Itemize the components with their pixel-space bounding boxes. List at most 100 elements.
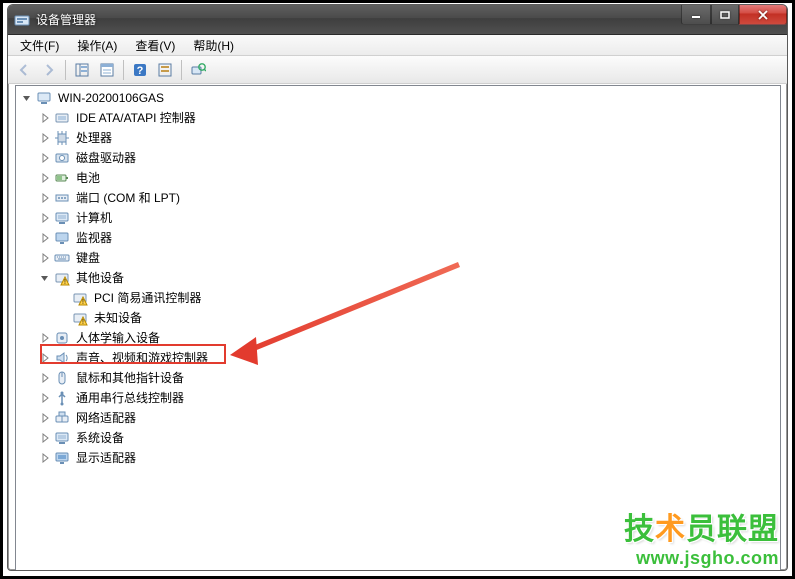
menu-file[interactable]: 文件(F) (12, 35, 67, 56)
tree-node-label: 通用串行总线控制器 (74, 387, 186, 409)
svg-text:!: ! (82, 299, 84, 306)
tree-node-label: 其他设备 (74, 267, 126, 289)
device-icon (54, 190, 70, 206)
expand-arrow-icon[interactable] (38, 191, 52, 205)
expand-arrow-icon[interactable] (38, 231, 52, 245)
expand-arrow-icon[interactable] (38, 171, 52, 185)
close-button[interactable] (739, 5, 787, 25)
scan-hardware-button[interactable] (186, 58, 210, 82)
menu-action[interactable]: 操作(A) (69, 35, 125, 56)
expand-arrow-icon[interactable] (38, 111, 52, 125)
device-icon (54, 230, 70, 246)
device-icon (54, 410, 70, 426)
expand-arrow-icon[interactable] (38, 331, 52, 345)
device-icon (36, 90, 52, 106)
show-hide-tree-button[interactable] (70, 58, 94, 82)
expand-arrow-icon[interactable] (38, 351, 52, 365)
expand-arrow-icon[interactable] (38, 251, 52, 265)
tree-node-label: 键盘 (74, 247, 102, 269)
tree-node-root[interactable]: WIN-20200106GAS (20, 88, 780, 108)
toolbar-separator (65, 60, 66, 80)
tree-node-item12[interactable]: 通用串行总线控制器 (20, 388, 780, 408)
tree-node-item14[interactable]: 系统设备 (20, 428, 780, 448)
tree-node-label: 电池 (74, 167, 102, 189)
tree-node-item0[interactable]: IDE ATA/ATAPI 控制器 (20, 108, 780, 128)
expand-arrow-icon[interactable] (38, 371, 52, 385)
svg-text:?: ? (137, 65, 144, 77)
tree-node-label: IDE ATA/ATAPI 控制器 (74, 107, 198, 129)
toolbar-separator (181, 60, 182, 80)
titlebar[interactable]: 设备管理器 (8, 5, 787, 35)
tree-node-label: 监视器 (74, 227, 114, 249)
tree-node-label: 磁盘驱动器 (74, 147, 138, 169)
expand-arrow-icon[interactable] (38, 211, 52, 225)
expand-arrow-icon[interactable] (38, 431, 52, 445)
device-icon: ! (72, 310, 88, 326)
tree-node-item8-child0[interactable]: !PCI 简易通讯控制器 (20, 288, 780, 308)
window-title: 设备管理器 (36, 11, 96, 28)
expand-arrow-icon[interactable] (38, 391, 52, 405)
device-icon (54, 130, 70, 146)
device-icon (54, 370, 70, 386)
tree-node-item15[interactable]: 显示适配器 (20, 448, 780, 468)
tree-node-item8-child1[interactable]: ! 未知设备 (20, 308, 780, 328)
window-controls (681, 5, 787, 25)
forward-button[interactable] (37, 58, 61, 82)
device-icon (54, 430, 70, 446)
device-tree[interactable]: WIN-20200106GASIDE ATA/ATAPI 控制器处理器磁盘驱动器… (15, 85, 781, 571)
device-icon: ! (54, 270, 70, 286)
expand-arrow-icon[interactable] (38, 151, 52, 165)
maximize-button[interactable] (711, 5, 739, 25)
svg-text:!: ! (64, 279, 66, 286)
tree-node-label: 网络适配器 (74, 407, 138, 429)
tree-node-label: 显示适配器 (74, 447, 138, 469)
properties-button[interactable] (95, 58, 119, 82)
tree-node-item1[interactable]: 处理器 (20, 128, 780, 148)
tree-node-item2[interactable]: 磁盘驱动器 (20, 148, 780, 168)
expand-arrow-icon[interactable] (38, 131, 52, 145)
device-icon (54, 170, 70, 186)
tree-node-label: 鼠标和其他指针设备 (74, 367, 186, 389)
toolbar: ? (8, 56, 787, 84)
tree-node-label: 计算机 (74, 207, 114, 229)
tree-node-item8[interactable]: ! 其他设备 (20, 268, 780, 288)
device-icon (54, 250, 70, 266)
tree-node-label: 端口 (COM 和 LPT) (74, 187, 182, 209)
collapse-arrow-icon[interactable] (20, 91, 34, 105)
tree-node-label: WIN-20200106GAS (56, 87, 166, 109)
tree-node-label: 未知设备 (92, 307, 144, 329)
tree-node-item13[interactable]: 网络适配器 (20, 408, 780, 428)
tree-node-label: 系统设备 (74, 427, 126, 449)
tree-node-item11[interactable]: 鼠标和其他指针设备 (20, 368, 780, 388)
expand-arrow-icon[interactable] (38, 411, 52, 425)
back-button[interactable] (12, 58, 36, 82)
device-icon (54, 150, 70, 166)
tree-node-label: 处理器 (74, 127, 114, 149)
device-icon (54, 210, 70, 226)
app-icon (14, 12, 30, 28)
tree-node-item7[interactable]: 键盘 (20, 248, 780, 268)
tree-node-item10[interactable]: 声音、视频和游戏控制器 (20, 348, 780, 368)
expand-arrow-icon[interactable] (38, 451, 52, 465)
menu-help[interactable]: 帮助(H) (185, 35, 242, 56)
tree-node-item9[interactable]: 人体学输入设备 (20, 328, 780, 348)
device-icon (54, 110, 70, 126)
svg-text:!: ! (82, 319, 84, 326)
action-button[interactable] (153, 58, 177, 82)
toolbar-separator (123, 60, 124, 80)
tree-node-item6[interactable]: 监视器 (20, 228, 780, 248)
device-icon (54, 390, 70, 406)
help-button[interactable]: ? (128, 58, 152, 82)
collapse-arrow-icon[interactable] (38, 271, 52, 285)
tree-node-item3[interactable]: 电池 (20, 168, 780, 188)
device-icon (54, 330, 70, 346)
menubar: 文件(F) 操作(A) 查看(V) 帮助(H) (8, 35, 787, 56)
device-manager-window: 设备管理器 文件(F) 操作(A) 查看(V) 帮助(H) (7, 4, 788, 571)
menu-view[interactable]: 查看(V) (127, 35, 183, 56)
minimize-button[interactable] (681, 5, 711, 25)
device-icon: ! (72, 290, 88, 306)
device-icon (54, 450, 70, 466)
device-icon (54, 350, 70, 366)
tree-node-item5[interactable]: 计算机 (20, 208, 780, 228)
tree-node-item4[interactable]: 端口 (COM 和 LPT) (20, 188, 780, 208)
